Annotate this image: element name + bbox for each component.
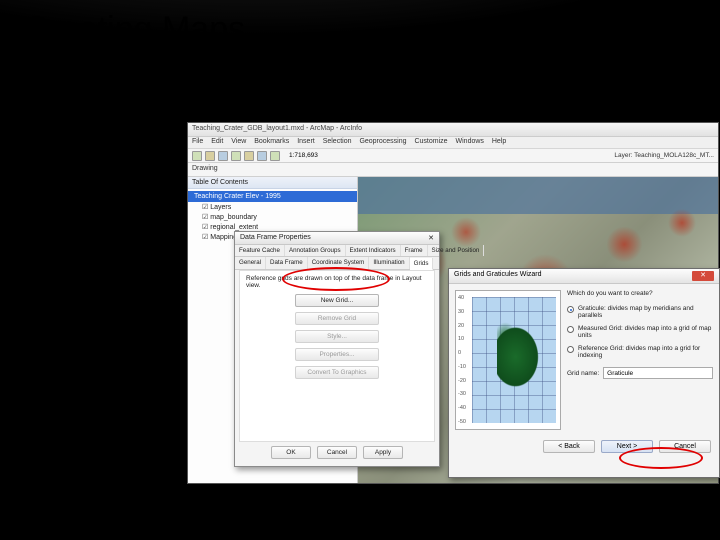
arcmap-toolbar-1: 1:718,693 Layer: Teaching_MOLA128c_MT... <box>188 149 718 163</box>
menu-edit[interactable]: Edit <box>211 138 223 145</box>
lat-tick: 10 <box>458 336 466 342</box>
lat-tick: -50 <box>458 419 466 425</box>
toc-selected-layer[interactable]: Teaching Crater Elev - 1995 <box>188 191 357 202</box>
toolbar-icon[interactable] <box>218 151 228 161</box>
menu-file[interactable]: File <box>192 138 203 145</box>
new-grid-button[interactable]: New Grid... <box>295 294 379 307</box>
arcmap-menubar[interactable]: File Edit View Bookmarks Insert Selectio… <box>188 137 718 149</box>
wizard-title: Grids and Graticules Wizard <box>454 271 542 281</box>
radio-measured-grid[interactable] <box>567 326 574 333</box>
drawing-label: Drawing <box>192 165 218 172</box>
tab-grids[interactable]: Grids <box>410 258 434 270</box>
apply-button[interactable]: Apply <box>363 446 403 459</box>
tab-extent-indicators[interactable]: Extent Indicators <box>346 245 401 256</box>
menu-help[interactable]: Help <box>492 138 506 145</box>
lat-tick: -30 <box>458 391 466 397</box>
toc-item[interactable]: map_boundary <box>188 212 357 222</box>
tab-annotation-groups[interactable]: Annotation Groups <box>285 245 346 256</box>
lat-tick: 20 <box>458 323 466 329</box>
lat-tick: 0 <box>458 350 466 356</box>
tab-illumination[interactable]: Illumination <box>369 257 409 269</box>
toolbar-icon[interactable] <box>270 151 280 161</box>
gridname-label: Grid name: <box>567 370 599 377</box>
radio-reference-label: Reference Grid: divides map into a grid … <box>578 345 713 359</box>
layer-label: Layer: <box>614 152 632 159</box>
lat-tick: 30 <box>458 309 466 315</box>
menu-bookmarks[interactable]: Bookmarks <box>254 138 289 145</box>
toc-layers-group[interactable]: Layers <box>188 202 357 212</box>
menu-insert[interactable]: Insert <box>297 138 315 145</box>
toolbar-icon[interactable] <box>244 151 254 161</box>
radio-graticule-label: Graticule: divides map by meridians and … <box>578 305 713 319</box>
close-icon[interactable]: ✕ <box>692 271 714 281</box>
cancel-button[interactable]: Cancel <box>317 446 357 459</box>
ok-button[interactable]: OK <box>271 446 311 459</box>
back-button[interactable]: < Back <box>543 440 595 453</box>
toc-header: Table Of Contents <box>188 177 357 189</box>
tab-feature-cache[interactable]: Feature Cache <box>235 245 285 256</box>
convert-graphics-button[interactable]: Convert To Graphics <box>295 366 379 379</box>
lat-tick: -20 <box>458 378 466 384</box>
tab-coord-system[interactable]: Coordinate System <box>308 257 370 269</box>
slide-paragraph-2: Follow the wizard to set options <box>28 192 178 230</box>
menu-selection[interactable]: Selection <box>323 138 352 145</box>
remove-grid-button[interactable]: Remove Grid <box>295 312 379 325</box>
layer-value: Teaching_MOLA128c_MT... <box>634 152 714 159</box>
gridname-input[interactable] <box>603 367 713 379</box>
data-frame-properties-dialog: Data Frame Properties ✕ Feature Cache An… <box>234 231 440 467</box>
properties-button[interactable]: Properties... <box>295 348 379 361</box>
wizard-preview: 40 30 20 10 0 -10 -20 -30 -40 -50 <box>455 290 561 430</box>
wizard-question: Which do you want to create? <box>567 290 713 297</box>
arcmap-titlebar: Teaching_Crater_GDB_layout1.mxd - ArcMap… <box>188 123 718 137</box>
tab-size-position[interactable]: Size and Position <box>428 245 485 256</box>
slide-subtitle: Adding Graticules <box>24 51 720 80</box>
dfp-caption: Reference grids are drawn on top of the … <box>246 275 428 289</box>
slide-title: Creating Maps <box>24 10 720 49</box>
toolbar-icon[interactable] <box>231 151 241 161</box>
tab-data-frame[interactable]: Data Frame <box>266 257 308 269</box>
tab-frame[interactable]: Frame <box>401 245 428 256</box>
menu-geoprocessing[interactable]: Geoprocessing <box>359 138 406 145</box>
style-button[interactable]: Style... <box>295 330 379 343</box>
slide-body: On the Grids tab, click “New Grid…” Foll… <box>28 140 178 243</box>
slide-paragraph-1: On the Grids tab, click “New Grid…” <box>28 140 178 178</box>
lat-tick: 40 <box>458 295 466 301</box>
toolbar-icon[interactable] <box>192 151 202 161</box>
grids-graticules-wizard: Grids and Graticules Wizard ✕ 40 30 20 1… <box>448 268 720 478</box>
tab-general[interactable]: General <box>235 257 266 269</box>
radio-graticule[interactable] <box>567 306 574 313</box>
close-icon[interactable]: ✕ <box>428 234 434 242</box>
lat-tick: -40 <box>458 405 466 411</box>
menu-view[interactable]: View <box>231 138 246 145</box>
radio-reference-grid[interactable] <box>567 346 574 353</box>
toolbar-icon[interactable] <box>205 151 215 161</box>
arcmap-toolbar-2: Drawing <box>188 163 718 177</box>
menu-windows[interactable]: Windows <box>456 138 484 145</box>
menu-customize[interactable]: Customize <box>414 138 447 145</box>
dfp-title: Data Frame Properties <box>240 234 311 242</box>
wizard-cancel-button[interactable]: Cancel <box>659 440 711 453</box>
next-button[interactable]: Next > <box>601 440 653 453</box>
lat-tick: -10 <box>458 364 466 370</box>
scale-value: 1:718,693 <box>289 152 318 159</box>
toolbar-icon[interactable] <box>257 151 267 161</box>
arcmap-screenshot: Teaching_Crater_GDB_layout1.mxd - ArcMap… <box>188 123 718 483</box>
radio-measured-label: Measured Grid: divides map into a grid o… <box>578 325 713 339</box>
